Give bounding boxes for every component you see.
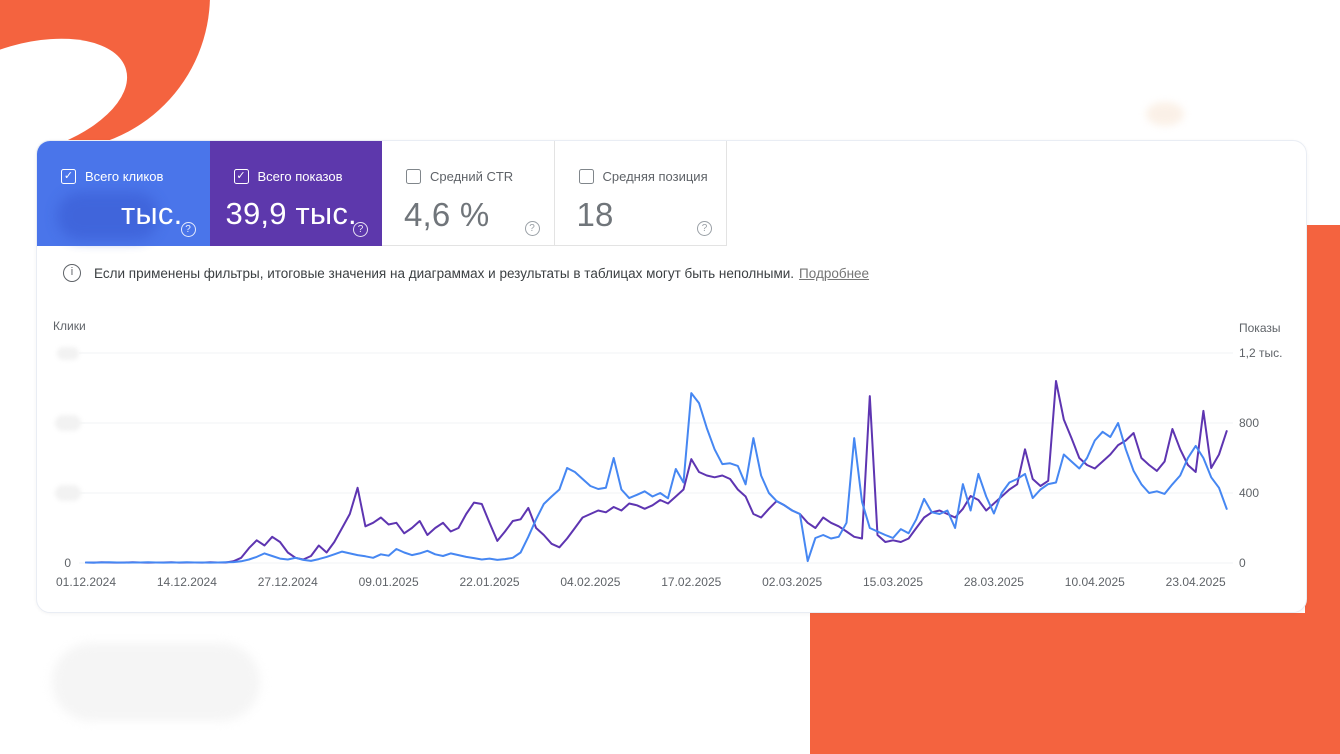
left-axis-tick-zero: 0	[45, 556, 71, 570]
checkbox-checked-icon[interactable]: ✓	[61, 169, 76, 184]
x-axis-label: 14.12.2024	[157, 575, 217, 589]
help-icon[interactable]: ?	[525, 221, 540, 236]
blurred-left-tick	[57, 347, 79, 360]
x-axis-label: 04.02.2025	[560, 575, 620, 589]
metric-card-total-impressions[interactable]: ✓ Всего показов 39,9 тыс. ?	[210, 141, 383, 246]
metric-header: Средний CTR	[382, 141, 554, 184]
x-axis-label: 28.03.2025	[964, 575, 1024, 589]
x-axis-label: 15.03.2025	[863, 575, 923, 589]
search-console-panel: ✓ Всего кликов тыс. ? ✓ Всего показов 39…	[36, 140, 1307, 613]
filters-notice: i Если применены фильтры, итоговые значе…	[63, 264, 869, 282]
metric-header: ✓ Всего кликов	[37, 141, 210, 184]
help-icon[interactable]: ?	[353, 222, 368, 237]
series-clicks	[86, 393, 1227, 562]
x-axis-label: 10.04.2025	[1065, 575, 1125, 589]
blurred-cursor-smudge	[1146, 102, 1184, 126]
right-axis-tick: 1,2 тыс.	[1239, 346, 1282, 360]
checkbox-checked-icon[interactable]: ✓	[234, 169, 249, 184]
metric-label: Средний CTR	[430, 169, 513, 184]
left-axis-title: Клики	[53, 319, 86, 333]
blurred-watermark	[52, 643, 260, 721]
x-axis-label: 01.12.2024	[56, 575, 116, 589]
chart-canvas	[37, 301, 1307, 613]
metric-card-total-clicks[interactable]: ✓ Всего кликов тыс. ?	[37, 141, 210, 246]
x-axis-label: 17.02.2025	[661, 575, 721, 589]
right-axis-title: Показы	[1239, 321, 1280, 335]
right-axis-tick: 0	[1239, 556, 1246, 570]
metric-label: Всего показов	[258, 169, 343, 184]
notice-text: Если применены фильтры, итоговые значени…	[94, 266, 794, 281]
slide: ✓ Всего кликов тыс. ? ✓ Всего показов 39…	[0, 0, 1340, 754]
info-icon: i	[63, 264, 81, 282]
right-axis-tick: 800	[1239, 416, 1259, 430]
metric-card-average-position[interactable]: Средняя позиция 18 ?	[555, 141, 728, 246]
x-axis-label: 09.01.2025	[359, 575, 419, 589]
series-impressions	[86, 381, 1227, 563]
checkbox-unchecked-icon[interactable]	[406, 169, 421, 184]
x-axis-label: 22.01.2025	[459, 575, 519, 589]
x-axis-label: 23.04.2025	[1166, 575, 1226, 589]
right-axis-tick: 400	[1239, 486, 1259, 500]
metric-header: Средняя позиция	[555, 141, 727, 184]
x-axis-label: 27.12.2024	[258, 575, 318, 589]
help-icon[interactable]: ?	[697, 221, 712, 236]
x-axis-label: 02.03.2025	[762, 575, 822, 589]
value-suffix: тыс.	[121, 196, 182, 231]
checkbox-unchecked-icon[interactable]	[579, 169, 594, 184]
blurred-left-tick	[55, 415, 81, 431]
metric-label: Средняя позиция	[603, 169, 708, 184]
performance-chart: Клики Показы 1,2 тыс. 800 400 0 0 01.12.202…	[37, 301, 1307, 613]
metric-card-average-ctr[interactable]: Средний CTR 4,6 % ?	[382, 141, 555, 246]
help-icon[interactable]: ?	[181, 222, 196, 237]
blurred-left-tick	[55, 485, 81, 501]
donut-ring	[0, 0, 210, 150]
metric-label: Всего кликов	[85, 169, 163, 184]
learn-more-link[interactable]: Подробнее	[799, 266, 869, 281]
orange-bottom-block	[810, 613, 1340, 754]
metrics-row: ✓ Всего кликов тыс. ? ✓ Всего показов 39…	[37, 141, 727, 246]
metric-header: ✓ Всего показов	[210, 141, 383, 184]
